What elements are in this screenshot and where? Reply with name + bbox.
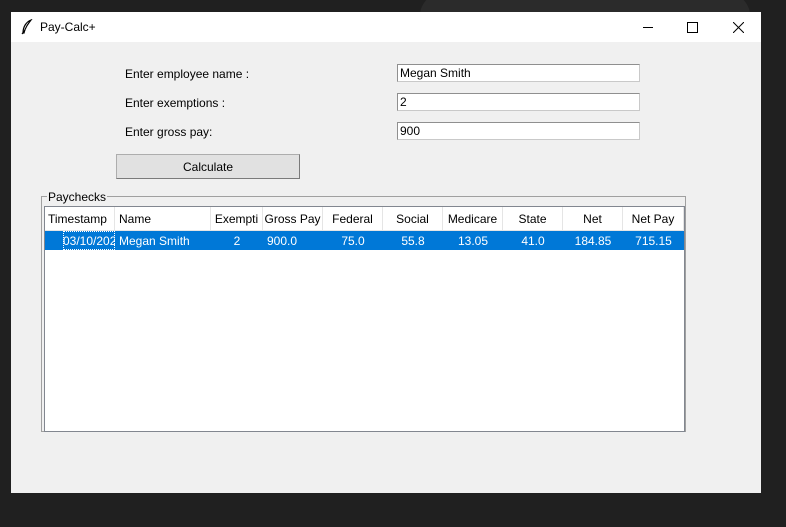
column-header-gross-pay[interactable]: Gross Pay	[263, 207, 323, 231]
paychecks-frame-label: Paychecks	[47, 190, 108, 204]
cell-timestamp: 03/10/202	[63, 231, 115, 250]
column-header-exemptions[interactable]: Exempti	[211, 207, 263, 231]
column-header-timestamp[interactable]: Timestamp	[45, 207, 115, 231]
close-icon	[732, 21, 744, 33]
cell-federal: 75.0	[341, 233, 365, 248]
feather-icon	[20, 18, 34, 35]
cell-social: 55.8	[401, 233, 425, 248]
cell-name: Megan Smith	[119, 233, 190, 248]
maximize-icon	[686, 21, 698, 33]
cell-medicare: 13.05	[457, 233, 489, 248]
column-header-name[interactable]: Name	[115, 207, 211, 231]
cell-net: 184.85	[574, 233, 612, 248]
column-header-state[interactable]: State	[503, 207, 563, 231]
minimize-icon	[643, 26, 653, 28]
title-bar[interactable]: Pay-Calc+	[11, 12, 761, 42]
column-header-federal[interactable]: Federal	[323, 207, 383, 231]
table-row[interactable]: 03/10/202 Megan Smith 2 900.0 75.0 55.8 …	[45, 231, 684, 250]
gross-pay-label: Enter gross pay:	[125, 125, 213, 139]
cell-state: 41.0	[521, 233, 545, 248]
table-header: Timestamp Name Exempti Gross Pay Federal…	[45, 207, 684, 231]
cell-gross-pay: 900.0	[267, 233, 298, 248]
cell-net-pay: 715.15	[635, 233, 672, 248]
close-button[interactable]	[715, 12, 761, 42]
paychecks-table[interactable]: Timestamp Name Exempti Gross Pay Federal…	[44, 206, 685, 432]
gross-pay-field[interactable]: 900	[397, 122, 640, 140]
column-header-net-pay[interactable]: Net Pay	[623, 207, 684, 231]
window-title: Pay-Calc+	[40, 20, 96, 34]
column-header-medicare[interactable]: Medicare	[443, 207, 503, 231]
exemptions-field[interactable]: 2	[397, 93, 640, 111]
cell-exemptions: 2	[233, 233, 241, 248]
exemptions-label: Enter exemptions :	[125, 96, 226, 110]
maximize-button[interactable]	[669, 12, 715, 42]
minimize-button[interactable]	[625, 12, 671, 42]
column-header-net[interactable]: Net	[563, 207, 623, 231]
employee-name-field[interactable]: Megan Smith	[397, 64, 640, 82]
employee-name-label: Enter employee name :	[125, 67, 250, 81]
calculate-button[interactable]: Calculate	[116, 154, 300, 179]
app-window: Pay-Calc+ Enter employee name : Megan Sm…	[11, 12, 761, 493]
column-header-social[interactable]: Social	[383, 207, 443, 231]
